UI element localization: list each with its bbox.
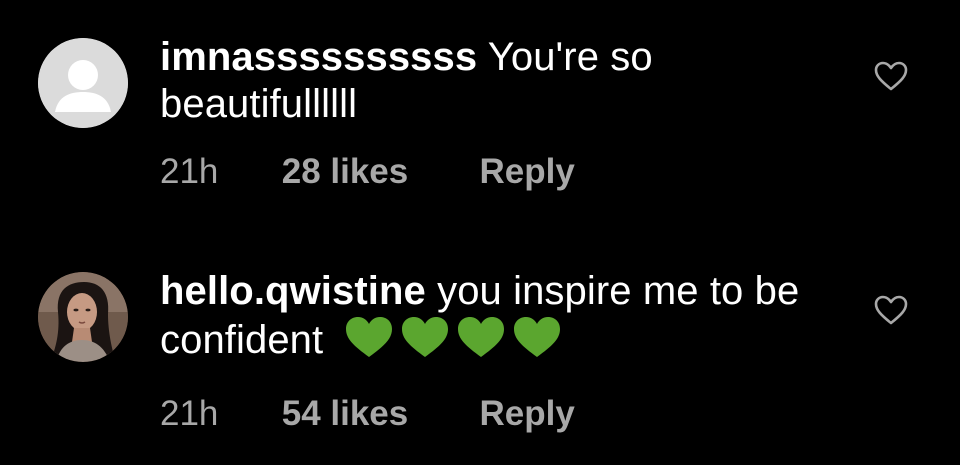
comment-body: imnassssssssss You're so beautifullllll …: [160, 34, 840, 192]
comment-likes[interactable]: 54 likes: [282, 394, 470, 434]
avatar[interactable]: [38, 38, 128, 128]
avatar[interactable]: [38, 272, 128, 362]
comment-username[interactable]: hello.qwistine: [160, 269, 426, 313]
comment-likes[interactable]: 28 likes: [282, 152, 470, 192]
comment-body: hello.qwistine you inspire me to be conf…: [160, 268, 840, 434]
comment-text-line: imnassssssssss You're so beautifullllll: [160, 34, 840, 128]
green-heart-emoji: [514, 317, 561, 357]
like-button[interactable]: [873, 60, 909, 92]
green-heart-emoji: [458, 317, 505, 357]
green-heart-emoji: [402, 317, 449, 357]
emoji-group: [344, 315, 568, 370]
like-button[interactable]: [873, 294, 909, 326]
comment-username[interactable]: imnassssssssss: [160, 35, 477, 79]
heart-outline-icon: [874, 61, 908, 91]
profile-photo: [38, 272, 128, 362]
comment-meta: 21h 54 likes Reply: [160, 394, 840, 434]
comment-text-line: hello.qwistine you inspire me to be conf…: [160, 268, 840, 370]
default-avatar-icon: [38, 38, 128, 128]
heart-outline-icon: [874, 295, 908, 325]
reply-button[interactable]: Reply: [479, 394, 574, 434]
comment-time: 21h: [160, 394, 219, 433]
comment-meta: 21h 28 likes Reply: [160, 152, 840, 192]
green-heart-emoji: [346, 317, 393, 357]
reply-button[interactable]: Reply: [479, 152, 574, 192]
comment-time: 21h: [160, 152, 219, 191]
